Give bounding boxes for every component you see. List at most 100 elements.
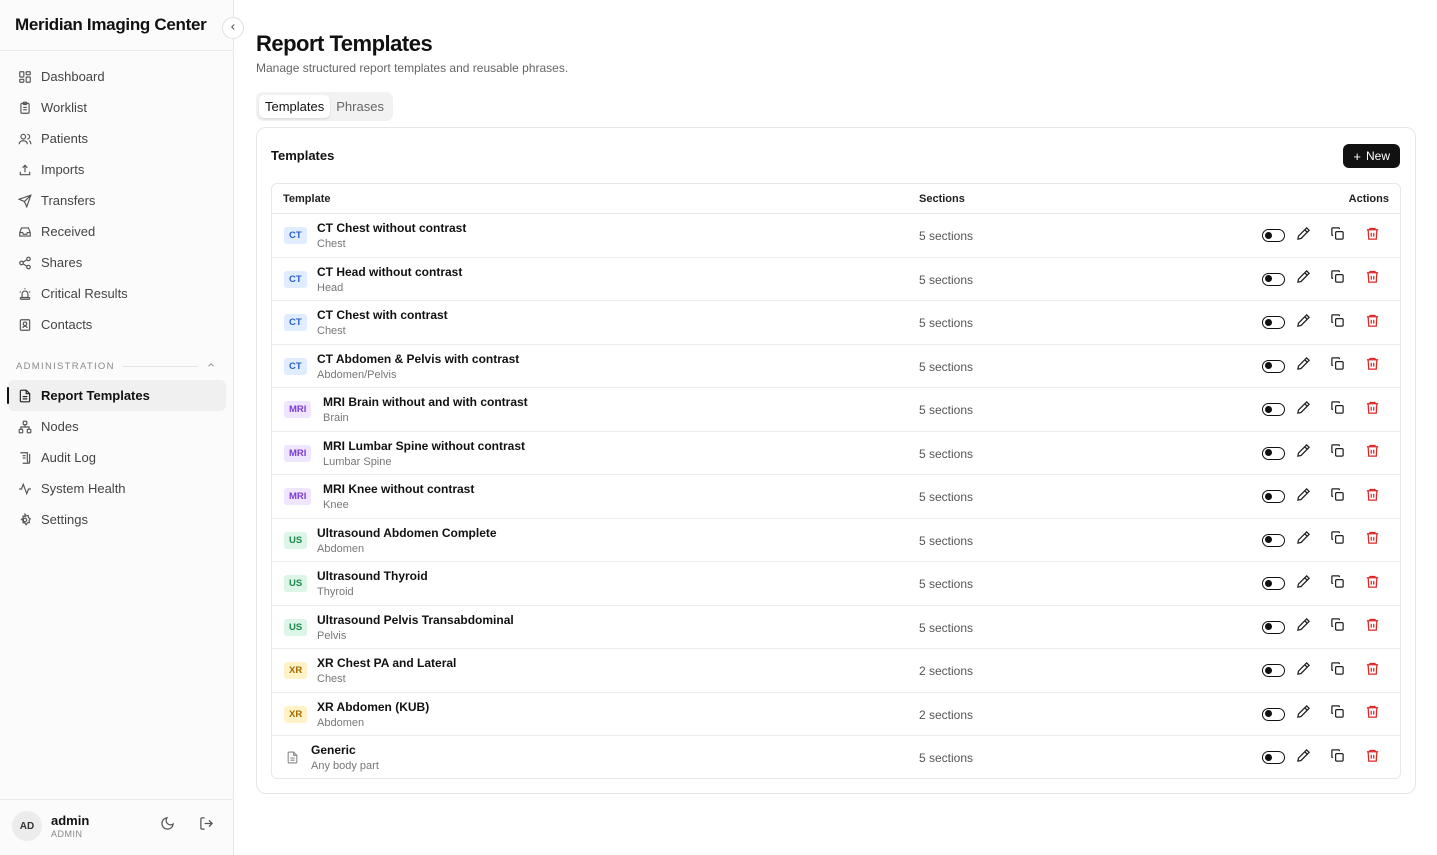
sidebar-item-settings[interactable]: Settings: [8, 504, 226, 535]
delete-button[interactable]: [1364, 401, 1381, 418]
sidebar-item-nodes[interactable]: Nodes: [8, 411, 226, 442]
modality-badge: CT: [284, 357, 307, 375]
sidebar-item-received[interactable]: Received: [8, 216, 226, 247]
duplicate-button[interactable]: [1329, 487, 1346, 505]
delete-button[interactable]: [1364, 357, 1381, 375]
active-toggle[interactable]: [1262, 272, 1285, 286]
table-row[interactable]: MRI MRI Lumbar Spine without contrast Lumb…: [272, 432, 1400, 475]
edit-button[interactable]: [1295, 356, 1312, 375]
duplicate-button[interactable]: [1329, 617, 1346, 637]
delete-button[interactable]: [1364, 705, 1381, 723]
table-row[interactable]: CT CT Chest with contrast Chest 5 sections: [272, 301, 1400, 345]
active-toggle[interactable]: [1262, 707, 1285, 721]
active-toggle[interactable]: [1262, 751, 1285, 764]
duplicate-button[interactable]: [1329, 531, 1346, 549]
active-toggle[interactable]: [1262, 664, 1285, 677]
tab-phrases[interactable]: Phrases: [330, 95, 390, 118]
active-toggle[interactable]: [1262, 229, 1285, 242]
sidebar-item-shares[interactable]: Shares: [8, 247, 226, 278]
table-row[interactable]: MRI MRI Knee without contrast Knee 5 sectio…: [272, 475, 1400, 519]
duplicate-button[interactable]: [1329, 357, 1346, 375]
sidebar-item-contacts[interactable]: Contacts: [8, 309, 226, 340]
table-row[interactable]: Generic Any body part 5 sections: [272, 736, 1400, 778]
pencil-icon: [1296, 226, 1311, 246]
active-toggle[interactable]: [1262, 620, 1285, 634]
duplicate-button[interactable]: [1329, 226, 1346, 244]
edit-button[interactable]: [1295, 748, 1312, 768]
duplicate-button[interactable]: [1329, 705, 1346, 723]
table-row[interactable]: XR XR Abdomen (KUB) Abdomen 2 sections: [272, 693, 1400, 736]
delete-button[interactable]: [1364, 531, 1381, 549]
delete-button[interactable]: [1364, 488, 1381, 505]
duplicate-button[interactable]: [1329, 270, 1346, 288]
template-name: Generic: [311, 743, 356, 757]
sidebar-item-worklist[interactable]: Worklist: [8, 92, 226, 123]
table-row[interactable]: US Ultrasound Pelvis Transabdominal Pelvis…: [272, 606, 1400, 649]
table-row[interactable]: CT CT Abdomen & Pelvis with contrast Abdom…: [272, 345, 1400, 388]
collapse-sidebar-button[interactable]: [222, 17, 244, 39]
duplicate-button[interactable]: [1329, 444, 1346, 462]
upload-icon: [17, 162, 32, 177]
delete-button[interactable]: [1364, 618, 1381, 636]
table-row[interactable]: CT CT Head without contrast Head 5 sections: [272, 258, 1400, 301]
sidebar-item-patients[interactable]: Patients: [8, 123, 226, 154]
copy-icon: [1330, 400, 1345, 420]
sidebar-item-system-health[interactable]: System Health: [8, 473, 226, 504]
delete-button[interactable]: [1364, 270, 1381, 288]
sidebar-item-critical-results[interactable]: Critical Results: [8, 278, 226, 309]
table-row[interactable]: MRI MRI Brain without and with contrast Br…: [272, 388, 1400, 432]
sidebar-item-report-templates[interactable]: Report Templates: [7, 380, 226, 411]
edit-button[interactable]: [1295, 443, 1312, 462]
users-icon: [17, 131, 32, 146]
table-row[interactable]: XR XR Chest PA and Lateral Chest 2 sections: [272, 649, 1400, 693]
delete-button[interactable]: [1364, 444, 1381, 462]
edit-button[interactable]: [1295, 313, 1312, 331]
active-toggle[interactable]: [1262, 316, 1285, 329]
sidebar-item-imports[interactable]: Imports: [8, 154, 226, 185]
file-text-icon: [17, 388, 32, 403]
duplicate-button[interactable]: [1329, 748, 1346, 766]
table-row[interactable]: US Ultrasound Abdomen Complete Abdomen 5 se…: [272, 519, 1400, 562]
new-template-button[interactable]: + New: [1343, 144, 1400, 168]
administration-section-header[interactable]: ADMINISTRATION: [16, 360, 216, 373]
edit-button[interactable]: [1295, 617, 1312, 636]
duplicate-button[interactable]: [1329, 400, 1346, 420]
logout-button[interactable]: [198, 817, 214, 834]
edit-button[interactable]: [1295, 530, 1312, 549]
active-toggle[interactable]: [1262, 577, 1285, 590]
duplicate-button[interactable]: [1329, 313, 1346, 331]
edit-button[interactable]: [1295, 574, 1312, 592]
sidebar-item-transfers[interactable]: Transfers: [8, 185, 226, 216]
delete-button[interactable]: [1364, 662, 1381, 679]
edit-button[interactable]: [1295, 487, 1312, 505]
duplicate-button[interactable]: [1329, 574, 1346, 592]
user-profile[interactable]: AD admin ADMIN: [12, 811, 89, 841]
delete-button[interactable]: [1364, 749, 1381, 766]
tab-templates[interactable]: Templates: [259, 95, 331, 118]
copy-icon: [1330, 617, 1345, 637]
moon-icon: [160, 816, 175, 836]
tab-bar: Templates Phrases: [256, 92, 393, 121]
table-row[interactable]: CT CT Chest without contrast Chest 5 sectio…: [272, 214, 1400, 258]
sidebar-item-dashboard[interactable]: Dashboard: [8, 61, 226, 92]
theme-toggle-button[interactable]: [159, 816, 175, 836]
edit-button[interactable]: [1295, 400, 1312, 418]
edit-button[interactable]: [1295, 269, 1312, 288]
trash-icon: [1365, 487, 1380, 507]
sidebar-item-audit-log[interactable]: Audit Log: [8, 442, 226, 473]
table-row[interactable]: US Ultrasound Thyroid Thyroid 5 sections: [272, 562, 1400, 606]
template-sections: 5 sections: [919, 403, 974, 417]
edit-button[interactable]: [1295, 661, 1312, 679]
active-toggle[interactable]: [1262, 533, 1285, 547]
active-toggle[interactable]: [1262, 359, 1285, 373]
delete-button[interactable]: [1364, 227, 1381, 244]
delete-button[interactable]: [1364, 575, 1381, 592]
edit-button[interactable]: [1295, 704, 1312, 723]
active-toggle[interactable]: [1262, 490, 1285, 503]
delete-button[interactable]: [1364, 314, 1381, 331]
edit-button[interactable]: [1295, 226, 1312, 246]
active-toggle[interactable]: [1262, 403, 1285, 416]
pencil-icon: [1296, 748, 1311, 768]
active-toggle[interactable]: [1262, 446, 1285, 460]
duplicate-button[interactable]: [1329, 661, 1346, 679]
